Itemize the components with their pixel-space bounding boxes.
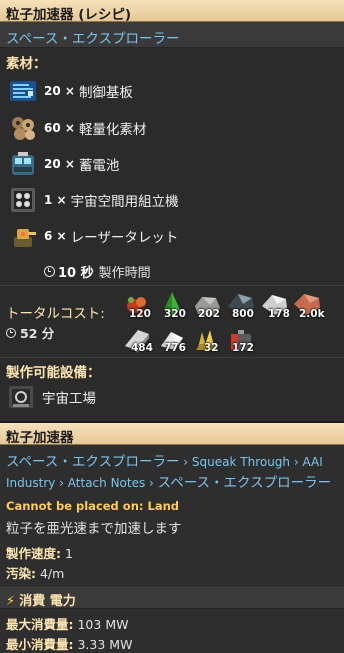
ingredient-name: 軽量化素材 bbox=[78, 122, 147, 138]
entity-description: 粒子を亜光速まで加速します bbox=[6, 521, 182, 537]
ingredient-row[interactable]: 60 × 軽量化素材 bbox=[8, 113, 146, 143]
cost-value: 2.0k bbox=[299, 308, 325, 320]
total-cost-time-value: 52 分 bbox=[20, 326, 55, 341]
craft-time-value: 10 秒 bbox=[58, 266, 94, 281]
crafting-speed: 製作速度: 1 bbox=[6, 543, 73, 562]
cost-value: 202 bbox=[198, 308, 220, 320]
placement-warning: Cannot be placed on: Land bbox=[6, 499, 179, 513]
max-consumption-label: 最大消費量: bbox=[6, 617, 74, 632]
min-consumption: 最小消費量: 3.33 MW bbox=[6, 634, 132, 653]
ingredient-name: レーザータレット bbox=[70, 230, 179, 246]
cost-value: 178 bbox=[268, 308, 290, 320]
crafting-speed-label: 製作速度: bbox=[6, 546, 61, 561]
lightning-icon: ⚡ bbox=[6, 594, 16, 609]
laser-turret-icon bbox=[8, 221, 38, 251]
ingredient-row[interactable]: 1 × 宇宙空間用組立機 bbox=[8, 185, 179, 215]
cost-value: 172 bbox=[232, 342, 254, 354]
circuit-board-icon bbox=[8, 76, 38, 106]
space-assembler-icon bbox=[8, 185, 38, 215]
cost-value: 120 bbox=[129, 308, 151, 320]
energy-section-header: ⚡ 消費 電力 bbox=[0, 587, 344, 609]
made-in-name: 宇宙工場 bbox=[42, 391, 96, 407]
pollution-value: 4/m bbox=[39, 566, 65, 581]
total-cost-label: トータルコスト: bbox=[6, 306, 105, 322]
cost-value: 32 bbox=[204, 342, 219, 354]
mod-link[interactable]: スペース・エクスプローラー bbox=[6, 454, 179, 470]
mod-breadcrumb-line-2: Industry › Attach Notes › スペース・エクスプローラー bbox=[6, 473, 342, 494]
space-factory-icon bbox=[6, 382, 36, 412]
min-consumption-label: 最小消費量: bbox=[6, 637, 74, 652]
ingredient-count: 20 × bbox=[44, 157, 75, 171]
ingredients-label: 素材： bbox=[6, 56, 47, 72]
energy-header-label: 消費 電力 bbox=[19, 594, 76, 609]
cost-value: 320 bbox=[164, 308, 186, 320]
max-consumption: 最大消費量: 103 MW bbox=[6, 614, 128, 633]
craft-time-label: 製作時間 bbox=[98, 266, 151, 281]
ingredient-name: 制御基板 bbox=[78, 85, 133, 101]
clock-icon bbox=[44, 266, 55, 277]
ingredient-row[interactable]: 20 × 制御基板 bbox=[8, 76, 133, 106]
cost-value: 800 bbox=[232, 308, 254, 320]
crafting-speed-value: 1 bbox=[64, 546, 73, 561]
mod-link[interactable]: スペース・エクスプローラー bbox=[158, 475, 331, 491]
accumulator-icon bbox=[8, 149, 38, 179]
lightweight-material-icon bbox=[8, 113, 38, 143]
mod-breadcrumb: スペース・エクスプローラー › Squeak Through › AAI Ind… bbox=[6, 452, 342, 494]
recipe-title: 粒子加速器 (レシピ) bbox=[0, 0, 344, 23]
ingredient-count: 1 × bbox=[44, 193, 67, 207]
pollution: 汚染: 4/m bbox=[6, 563, 64, 582]
total-cost-time: 52 分 bbox=[6, 323, 54, 342]
pollution-label: 汚染: bbox=[6, 566, 36, 581]
mod-link[interactable]: Industry › Attach Notes › bbox=[6, 476, 158, 490]
ingredient-count: 20 × bbox=[44, 84, 75, 98]
ingredient-row[interactable]: 20 × 蓄電池 bbox=[8, 149, 119, 179]
made-in-label: 製作可能設備： bbox=[6, 365, 101, 381]
max-consumption-value: 103 MW bbox=[77, 617, 129, 632]
ingredient-count: 60 × bbox=[44, 121, 75, 135]
made-in-row[interactable]: 宇宙工場 bbox=[6, 382, 96, 412]
entity-tooltip: 粒子加速器 スペース・エクスプローラー › Squeak Through › A… bbox=[0, 423, 344, 653]
cost-value: 484 bbox=[131, 342, 153, 354]
clock-icon bbox=[6, 327, 16, 338]
ingredient-name: 蓄電池 bbox=[78, 158, 120, 174]
mod-breadcrumb-line-1: スペース・エクスプローラー › Squeak Through › AAI bbox=[6, 452, 342, 473]
ingredient-row[interactable]: 6 × レーザータレット bbox=[8, 221, 178, 251]
recipe-source-mod[interactable]: スペース・エクスプローラー bbox=[0, 22, 344, 48]
ingredient-name: 宇宙空間用組立機 bbox=[70, 194, 179, 210]
recipe-tooltip: 粒子加速器 (レシピ) スペース・エクスプローラー 素材： 20 × 制御基板 … bbox=[0, 0, 344, 421]
mod-link[interactable]: › Squeak Through › AAI bbox=[179, 455, 322, 469]
min-consumption-value: 3.33 MW bbox=[77, 637, 133, 652]
craft-time: 10 秒 製作時間 bbox=[44, 262, 151, 281]
ingredient-count: 6 × bbox=[44, 229, 67, 243]
cost-value: 776 bbox=[164, 342, 186, 354]
entity-title: 粒子加速器 bbox=[0, 423, 344, 446]
